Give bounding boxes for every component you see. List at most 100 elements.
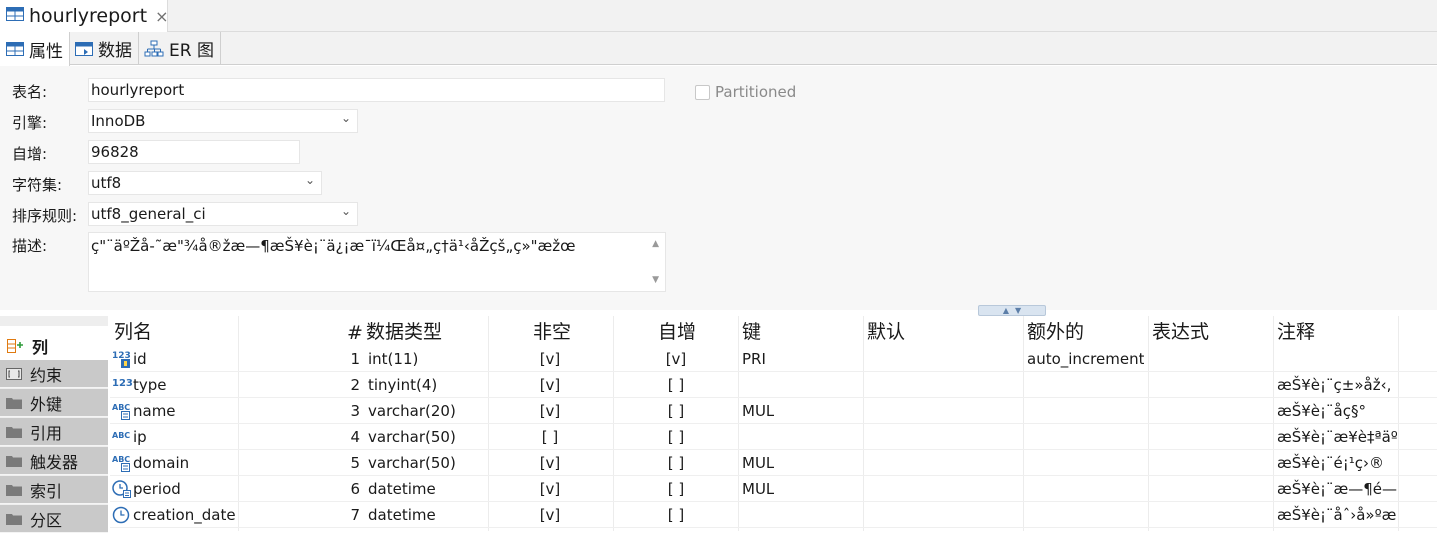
table-name-input[interactable]: hourlyreport — [88, 78, 665, 102]
collation-select[interactable]: utf8_general_ci ⌄ — [88, 202, 358, 226]
header-not-null[interactable]: 非空 — [533, 316, 571, 346]
cell-column-name[interactable]: ABC domain — [110, 450, 238, 476]
tab-data[interactable]: 数据 — [69, 32, 139, 65]
vtab-references[interactable]: 引用 — [0, 418, 108, 446]
cell-data-type[interactable]: datetime — [368, 502, 436, 528]
cell-auto-increment[interactable]: [ ] — [656, 476, 696, 502]
partitioned-option[interactable]: Partitioned — [695, 83, 796, 101]
tab-data-label: 数据 — [98, 41, 132, 61]
partitioned-checkbox[interactable] — [695, 84, 710, 100]
cell-not-null[interactable]: [v] — [530, 346, 570, 372]
folder-icon — [6, 455, 22, 467]
cell-data-type[interactable]: int(11) — [368, 346, 418, 372]
cell-column-name[interactable]: period — [110, 476, 238, 502]
cell-not-null[interactable]: [v] — [530, 502, 570, 528]
cell-not-null[interactable]: [v] — [530, 372, 570, 398]
engine-select[interactable]: InnoDB ⌄ — [88, 109, 358, 133]
cell-auto-increment[interactable]: [ ] — [656, 398, 696, 424]
vtab-indexes[interactable]: 索引 — [0, 476, 108, 504]
cell-auto-increment[interactable]: [ ] — [656, 372, 696, 398]
cell-column-name[interactable]: ABC name — [110, 398, 238, 424]
cell-column-name[interactable]: 123 type — [110, 372, 238, 398]
cell-key: PRI — [742, 350, 766, 368]
cell-comment[interactable]: æŠ¥è¡¨åˆ›å»ºæ... — [1277, 502, 1397, 528]
table-row[interactable]: 123 type 2 tinyint(4) [v] [ ] æŠ¥è¡¨ç±»å… — [110, 372, 1437, 398]
description-textarea[interactable]: ç"¨äºŽå-˜æ"¾å®žæ—¶æŠ¥è¡¨ä¿¡æ¯ï¼Œå¤„ç†ä¹‹… — [88, 232, 666, 292]
cell-ordinal: 3 — [350, 402, 360, 420]
column-name-text: id — [133, 350, 147, 368]
header-expression[interactable]: 表达式 — [1152, 316, 1209, 346]
cell-comment[interactable]: æŠ¥è¡¨åç§° — [1277, 398, 1397, 424]
table-row[interactable]: ABC name 3 varchar(20) [v] [ ] MUL æŠ¥è¡… — [110, 398, 1437, 424]
cell-key: MUL — [742, 454, 775, 472]
header-default[interactable]: 默认 — [867, 316, 905, 346]
cell-column-name[interactable]: 123 id — [110, 346, 238, 372]
vtab-partitions[interactable]: 分区 — [0, 505, 108, 533]
cell-not-null[interactable]: [v] — [530, 476, 570, 502]
cell-auto-increment[interactable]: [v] — [656, 346, 696, 372]
vtab-constraints[interactable]: 约束 — [0, 360, 108, 388]
close-icon[interactable]: × — [155, 7, 168, 26]
header-comment[interactable]: 注释 — [1277, 316, 1315, 346]
vtab-foreign-keys[interactable]: 外键 — [0, 389, 108, 417]
cell-ordinal: 7 — [350, 506, 360, 524]
cell-column-name[interactable]: ABC ip — [110, 424, 238, 450]
auto-increment-input[interactable]: 96828 — [88, 140, 300, 164]
cell-data-type[interactable]: varchar(20) — [368, 398, 456, 424]
tab-properties[interactable]: 属性 — [0, 32, 70, 66]
scroll-down-icon[interactable]: ▼ — [652, 275, 659, 285]
cell-auto-increment[interactable]: [ ] — [656, 502, 696, 528]
cell-data-type[interactable]: varchar(50) — [368, 424, 456, 450]
table-properties-panel: 表名: hourlyreport 引擎: InnoDB ⌄ 自增: 96828 … — [0, 66, 1437, 310]
editor-tab-hourlyreport[interactable]: hourlyreport × — [0, 0, 168, 32]
chevron-down-icon: ⌄ — [340, 111, 351, 125]
table-row[interactable]: creation_date 7 datetime [v] [ ] æŠ¥è¡¨å… — [110, 502, 1437, 528]
cell-auto-increment[interactable]: [ ] — [656, 424, 696, 450]
scroll-up-icon[interactable]: ▲ — [652, 239, 659, 249]
cell-comment[interactable]: æŠ¥è¡¨æ¥è‡ªäº... — [1277, 424, 1397, 450]
cell-comment[interactable]: æŠ¥è¡¨é¡¹ç›® — [1277, 450, 1397, 476]
constraint-icon — [6, 367, 22, 380]
cell-data-type[interactable]: datetime — [368, 476, 436, 502]
cell-not-null[interactable]: [v] — [530, 450, 570, 476]
cell-comment[interactable]: æŠ¥è¡¨æ—¶é—... — [1277, 476, 1397, 502]
charset-label: 字符集: — [12, 176, 63, 194]
cell-not-null[interactable]: [ ] — [530, 424, 570, 450]
table-row[interactable]: ABC domain 5 varchar(50) [v] [ ] MUL æŠ¥… — [110, 450, 1437, 476]
column-name-text: creation_date — [133, 506, 236, 524]
header-extra[interactable]: 额外的 — [1027, 316, 1084, 346]
column-name-text: period — [133, 480, 181, 498]
tab-er-diagram[interactable]: ER 图 — [138, 32, 221, 65]
cell-ordinal: 1 — [350, 350, 360, 368]
text-index-icon: ABC — [112, 401, 133, 421]
table-row[interactable]: period 6 datetime [v] [ ] MUL æŠ¥è¡¨æ—¶é… — [110, 476, 1437, 502]
cell-comment[interactable] — [1277, 346, 1397, 372]
table-row[interactable]: ABC ip 4 varchar(50) [ ] [ ] æŠ¥è¡¨æ¥è‡ª… — [110, 424, 1437, 450]
cell-data-type[interactable]: tinyint(4) — [368, 372, 437, 398]
cell-data-type[interactable]: varchar(50) — [368, 450, 456, 476]
cell-not-null[interactable]: [v] — [530, 398, 570, 424]
vtab-triggers[interactable]: 触发器 — [0, 447, 108, 475]
cell-extra[interactable]: auto_increment — [1027, 346, 1144, 372]
add-column-icon — [6, 338, 24, 354]
vtab-indexes-label: 索引 — [30, 481, 63, 501]
charset-select[interactable]: utf8 ⌄ — [88, 171, 322, 195]
cell-column-name[interactable]: creation_date — [110, 502, 238, 528]
table-row[interactable]: 123 id 1 int(11) [v] [v] PRI auto_increm… — [110, 346, 1437, 372]
vtab-partitions-label: 分区 — [30, 510, 63, 530]
panel-splitter-handle[interactable]: ▲ ▼ — [978, 305, 1046, 316]
collapse-down-icon[interactable]: ▼ — [1015, 306, 1021, 315]
description-text: ç"¨äºŽå-˜æ"¾å®žæ—¶æŠ¥è¡¨ä¿¡æ¯ï¼Œå¤„ç†ä¹‹… — [91, 237, 576, 255]
header-auto-increment[interactable]: 自增 — [658, 316, 696, 346]
collapse-up-icon[interactable]: ▲ — [1003, 306, 1009, 315]
header-column-name[interactable]: 列名 — [114, 316, 152, 346]
cell-comment[interactable]: æŠ¥è¡¨ç±»åž‹, 1... — [1277, 372, 1397, 398]
column-name-text: domain — [133, 454, 190, 472]
header-data-type[interactable]: 数据类型 — [366, 316, 442, 346]
header-ordinal[interactable]: # — [347, 316, 363, 346]
clock-icon — [112, 505, 133, 525]
cell-auto-increment[interactable]: [ ] — [656, 450, 696, 476]
header-key[interactable]: 键 — [742, 316, 761, 346]
folder-icon — [6, 484, 22, 496]
cell-ordinal: 4 — [350, 428, 360, 446]
